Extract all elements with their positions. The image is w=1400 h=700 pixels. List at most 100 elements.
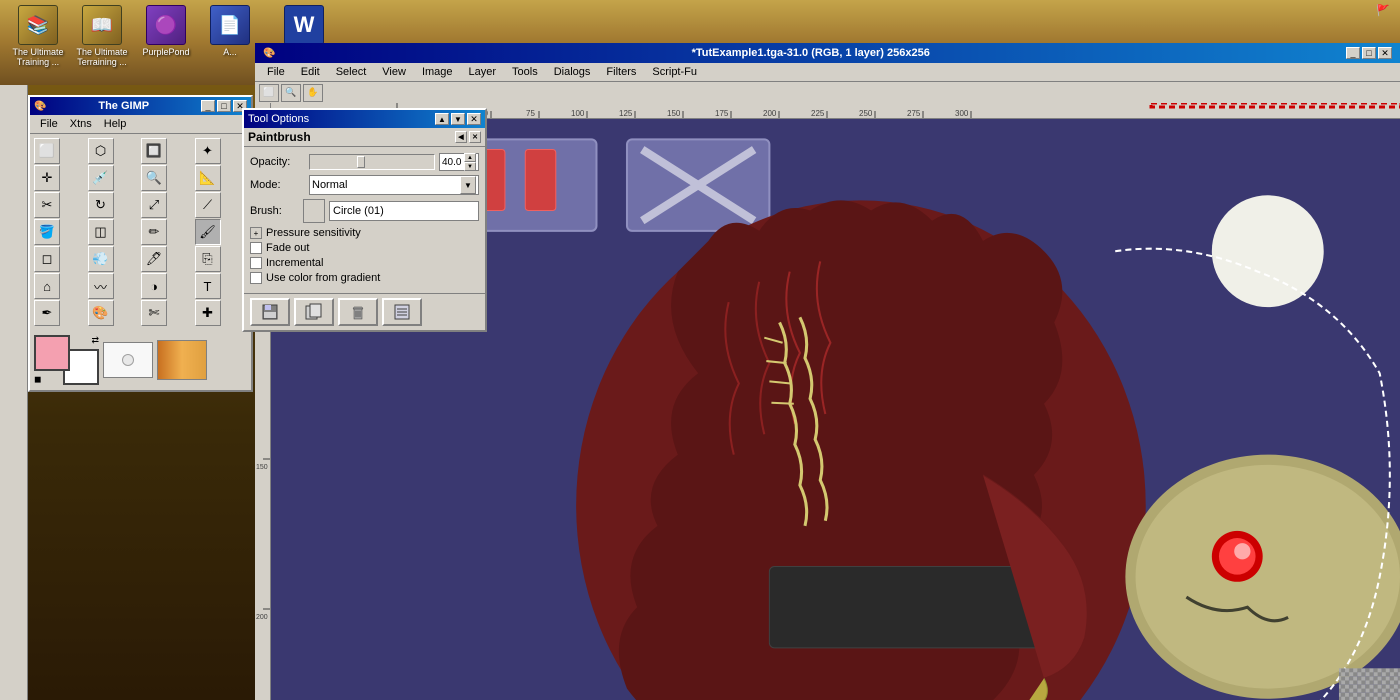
taskbar-icon-4[interactable]: 📄 A... — [200, 5, 260, 80]
fadeout-checkbox[interactable] — [250, 242, 262, 254]
tool-zoom[interactable]: 🔍 — [141, 165, 167, 191]
taskbar-icon-2[interactable]: 📖 The UltimateTerraining ... — [72, 5, 132, 80]
tool-text[interactable]: T — [195, 273, 221, 299]
image-menu-view[interactable]: View — [374, 65, 414, 79]
tool-options-minimize[interactable]: ▲ — [435, 113, 449, 125]
icon-img-3: 🟣 — [146, 5, 186, 45]
opacity-row: Opacity: 40.0 ▲ ▼ — [250, 153, 479, 171]
paintbrush-tool-name: Paintbrush — [248, 130, 311, 144]
swap-colors-icon[interactable]: ⇄ — [91, 335, 99, 346]
tool-move[interactable]: ✛ — [34, 165, 60, 191]
taskbar-icon-3[interactable]: 🟣 PurplePond — [136, 5, 196, 80]
foreground-color-swatch[interactable] — [34, 335, 70, 371]
image-menu-image[interactable]: Image — [414, 65, 461, 79]
tool-color-picker[interactable]: 💉 — [88, 165, 114, 191]
delete-icon — [348, 302, 368, 322]
paintbrush-close[interactable]: ✕ — [469, 131, 481, 143]
tool-clone[interactable]: ⎘ — [195, 246, 221, 272]
to-btn-delete[interactable] — [338, 298, 378, 326]
tool-ellipse-select[interactable]: ⬡ — [88, 138, 114, 164]
image-menu-layer[interactable]: Layer — [461, 65, 505, 79]
svg-text:125: 125 — [619, 109, 633, 118]
image-menu-tools[interactable]: Tools — [504, 65, 546, 79]
svg-text:100: 100 — [571, 109, 585, 118]
image-menu-filters[interactable]: Filters — [598, 65, 644, 79]
incremental-row: Incremental — [250, 257, 479, 269]
svg-text:200: 200 — [256, 614, 268, 621]
tool-blend[interactable]: ◫ — [88, 219, 114, 245]
tool-airbrush[interactable]: 💨 — [88, 246, 114, 272]
opacity-up-arrow[interactable]: ▲ — [464, 153, 476, 162]
incremental-checkbox[interactable] — [250, 257, 262, 269]
tool-scissors[interactable]: ✄ — [141, 300, 167, 326]
pressure-expand-btn[interactable]: + — [250, 227, 262, 239]
tool-shear[interactable]: ⟋ — [195, 192, 221, 218]
image-menu-edit[interactable]: Edit — [293, 65, 328, 79]
paintbrush-shrink[interactable]: ◀ — [455, 131, 467, 143]
opacity-value: 40.0 — [442, 157, 461, 168]
opacity-slider-thumb[interactable] — [357, 156, 365, 168]
incremental-label: Incremental — [266, 257, 323, 269]
gimp-image-maximize[interactable]: □ — [1362, 47, 1376, 59]
gimp-image-close[interactable]: ✕ — [1378, 47, 1392, 59]
image-menu-file[interactable]: File — [259, 65, 293, 79]
color-swatches: ⇄ ◼ — [34, 335, 99, 385]
gimp-title-icon: 🎨 — [34, 101, 46, 112]
gimp-menu-help[interactable]: Help — [98, 117, 133, 131]
icon-img-2: 📖 — [82, 5, 122, 45]
brush-name-input[interactable] — [329, 201, 479, 221]
svg-text:225: 225 — [811, 109, 825, 118]
tool-scale[interactable]: ⤢ — [141, 192, 167, 218]
mode-dropdown[interactable]: Normal ▼ — [309, 175, 479, 195]
svg-text:75: 75 — [526, 109, 535, 118]
tool-paths[interactable]: ✒ — [34, 300, 60, 326]
toolbar-btn-3[interactable]: ✋ — [303, 84, 323, 102]
use-color-checkbox[interactable] — [250, 272, 262, 284]
taskbar-icon-1[interactable]: 📚 The Ultimate Training ... — [8, 5, 68, 80]
to-btn-save[interactable] — [250, 298, 290, 326]
tool-pencil[interactable]: ✏ — [141, 219, 167, 245]
tool-eraser[interactable]: ◻ — [34, 246, 60, 272]
tool-rotate[interactable]: ↻ — [88, 192, 114, 218]
tool-ink[interactable]: 🖊 — [141, 246, 167, 272]
to-btn-copy[interactable] — [294, 298, 334, 326]
opacity-down-arrow[interactable]: ▼ — [464, 162, 476, 171]
tool-paintbrush[interactable]: 🖌 — [195, 219, 221, 245]
svg-text:275: 275 — [907, 109, 921, 118]
tool-measure[interactable]: 📐 — [195, 165, 221, 191]
gimp-menu-file[interactable]: File — [34, 117, 64, 131]
toolbar-btn-1[interactable]: ⬜ — [259, 84, 279, 102]
gimp-minimize-btn[interactable]: _ — [201, 100, 215, 112]
tool-fuzzy-select[interactable]: ✦ — [195, 138, 221, 164]
default-colors-icon[interactable]: ◼ — [34, 374, 41, 385]
gimp-menu-xtns[interactable]: Xtns — [64, 117, 98, 131]
toolbar-btn-2[interactable]: 🔍 — [281, 84, 301, 102]
icon-img-1: 📚 — [18, 5, 58, 45]
tool-options-close[interactable]: ✕ — [467, 113, 481, 125]
gimp-image-toolbar: ⬜ 🔍 ✋ — [255, 82, 1400, 104]
tool-crop[interactable]: ✂ — [34, 192, 60, 218]
gimp-menubar: File Xtns Help — [30, 115, 251, 134]
opacity-slider-container: 40.0 ▲ ▼ — [309, 153, 479, 171]
tool-dodge[interactable]: ◑ — [141, 273, 167, 299]
gimp-maximize-btn[interactable]: □ — [217, 100, 231, 112]
tool-convolve[interactable]: ⌂ — [34, 273, 60, 299]
mode-dropdown-arrow[interactable]: ▼ — [460, 176, 476, 194]
opacity-slider[interactable] — [309, 154, 435, 170]
tool-bucket-fill[interactable]: 🪣 — [34, 219, 60, 245]
svg-text:250: 250 — [859, 109, 873, 118]
brush-preview-small[interactable] — [303, 199, 325, 223]
tool-by-color[interactable]: 🎨 — [88, 300, 114, 326]
tool-options-restore[interactable]: ▼ — [451, 113, 465, 125]
pressure-row[interactable]: + Pressure sensitivity — [250, 227, 479, 239]
image-menu-select[interactable]: Select — [328, 65, 375, 79]
tool-free-select[interactable]: 🔲 — [141, 138, 167, 164]
tool-heal[interactable]: ✚ — [195, 300, 221, 326]
tool-rect-select[interactable]: ⬜ — [34, 138, 60, 164]
tool-smudge[interactable]: 〰 — [88, 273, 114, 299]
image-menu-dialogs[interactable]: Dialogs — [546, 65, 599, 79]
image-menu-scriptfu[interactable]: Script-Fu — [644, 65, 705, 79]
to-btn-reset[interactable] — [382, 298, 422, 326]
brush-row: Brush: — [250, 199, 479, 223]
gimp-image-minimize[interactable]: _ — [1346, 47, 1360, 59]
